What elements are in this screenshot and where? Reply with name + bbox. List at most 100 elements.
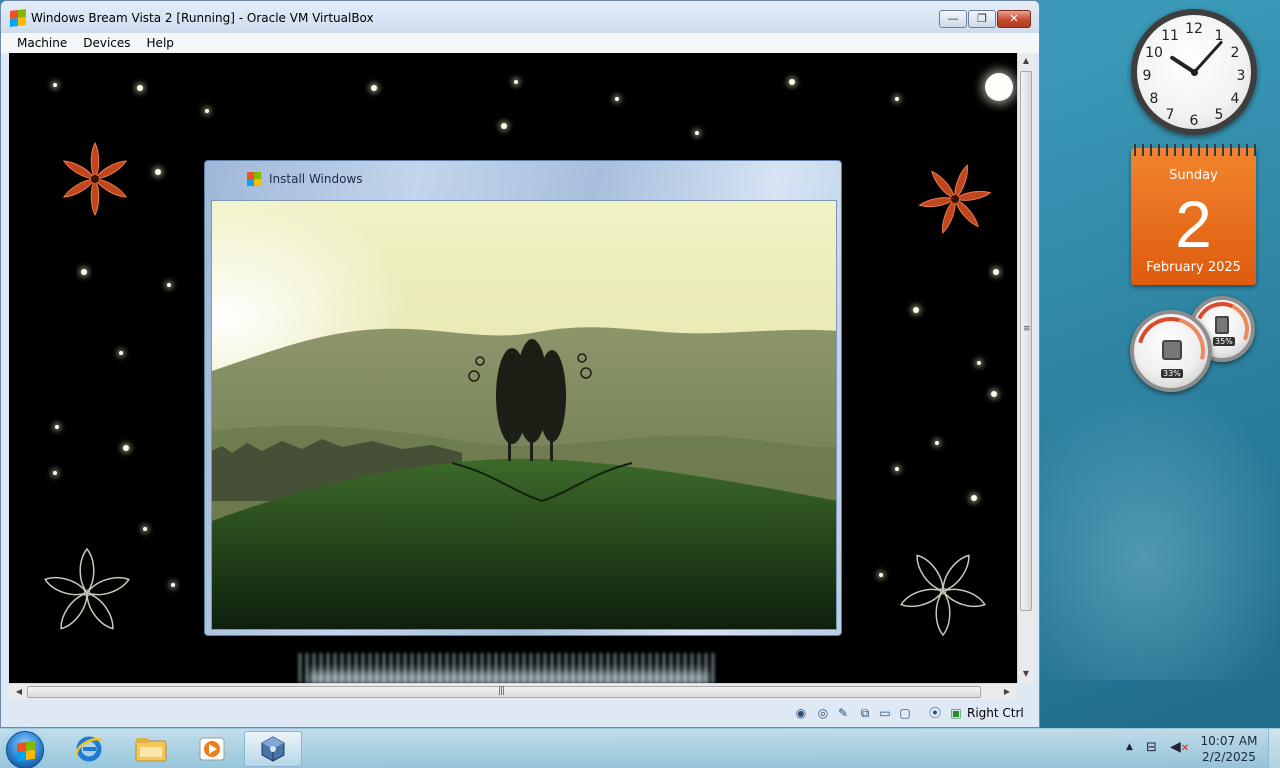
taskbar-internet-explorer[interactable] — [60, 731, 118, 767]
guest-display[interactable]: Install Windows — [9, 53, 1017, 683]
star-decoration — [615, 97, 619, 101]
windows-explorer-icon — [135, 738, 167, 762]
tray-clock[interactable]: 10:07 AM 2/2/2025 — [1196, 733, 1262, 765]
star-decoration — [81, 269, 87, 275]
memory-value: 35% — [1213, 337, 1235, 346]
star-decoration — [123, 445, 129, 451]
red-flower-decoration — [918, 164, 992, 234]
horizontal-scroll-thumb[interactable]: ||| — [27, 686, 981, 698]
install-dialog-title: Install Windows — [269, 172, 363, 186]
show-hidden-icons-icon[interactable]: ▲ — [1126, 742, 1133, 752]
scroll-right-arrow-icon[interactable]: ▶ — [999, 687, 1015, 696]
start-button[interactable] — [6, 731, 44, 768]
window-title: Windows Bream Vista 2 [Running] - Oracle… — [31, 11, 374, 25]
scroll-left-arrow-icon[interactable]: ◀ — [11, 687, 27, 696]
clock-center — [1191, 69, 1198, 76]
taskbar-virtualbox[interactable] — [244, 731, 302, 767]
calendar-day: 2 — [1175, 187, 1212, 261]
star-decoration — [155, 169, 161, 175]
clock-numeral: 6 — [1189, 113, 1199, 129]
taskbar-media-player[interactable] — [183, 731, 241, 767]
star-decoration — [501, 123, 507, 129]
outline-flower-decoration — [44, 547, 130, 630]
vertical-scroll-thumb[interactable]: ≡ — [1020, 71, 1032, 611]
capture-icon[interactable]: ⦿ — [927, 705, 943, 721]
grip-icon: ≡ — [1023, 324, 1030, 334]
clock-numeral: 8 — [1149, 91, 1159, 107]
clock-gadget[interactable]: 12 1 2 3 4 5 6 7 8 9 10 11 — [1131, 9, 1257, 135]
menu-help[interactable]: Help — [139, 36, 182, 50]
clock-numeral: 4 — [1230, 91, 1240, 107]
window-titlebar[interactable]: Windows Bream Vista 2 [Running] - Oracle… — [1, 1, 1039, 33]
close-button[interactable]: ✕ — [997, 10, 1031, 28]
calendar-gadget[interactable]: Sunday 2 February 2025 — [1131, 144, 1256, 285]
windows-logo-icon — [247, 172, 261, 186]
moon-decoration — [985, 73, 1013, 101]
cpu-value: 33% — [1161, 369, 1183, 378]
star-decoration — [55, 425, 59, 429]
clock-numeral: 11 — [1161, 28, 1179, 44]
calendar-rings — [1131, 144, 1256, 156]
tray-date: 2/2/2025 — [1202, 750, 1256, 764]
star-decoration — [993, 269, 999, 275]
internet-explorer-icon — [75, 736, 103, 762]
star-decoration — [789, 79, 795, 85]
usb-icon[interactable]: ✎ — [835, 705, 851, 721]
restore-button[interactable]: ❐ — [968, 10, 996, 28]
memory-chip-icon — [1215, 316, 1229, 334]
star-decoration — [205, 109, 209, 113]
star-decoration — [695, 131, 699, 135]
outline-flower-decoration — [900, 554, 986, 637]
virtualbox-window: Windows Bream Vista 2 [Running] - Oracle… — [0, 0, 1040, 728]
star-decoration — [119, 351, 123, 355]
star-decoration — [977, 361, 981, 365]
star-decoration — [371, 85, 377, 91]
star-decoration — [971, 495, 977, 501]
calendar-weekday: Sunday — [1169, 168, 1218, 183]
scroll-down-arrow-icon[interactable]: ▼ — [1018, 669, 1034, 678]
red-flower-decoration — [62, 141, 128, 217]
minimize-button[interactable]: — — [939, 10, 967, 28]
clock-numeral: 5 — [1214, 107, 1224, 123]
grip-icon: ||| — [498, 686, 505, 696]
star-decoration — [53, 471, 57, 475]
display-icon[interactable]: ▢ — [897, 705, 913, 721]
windows-logo-icon — [17, 740, 35, 762]
clock-numeral: 3 — [1236, 68, 1246, 84]
network-icon[interactable]: ⧉ — [857, 705, 873, 721]
star-decoration — [53, 83, 57, 87]
network-status-icon[interactable]: ⊟ — [1146, 740, 1157, 755]
show-desktop-button[interactable] — [1268, 729, 1280, 768]
star-decoration — [879, 573, 883, 577]
star-decoration — [895, 467, 899, 471]
star-decoration — [913, 307, 919, 313]
media-player-icon — [199, 737, 225, 761]
optical-drive-icon[interactable]: ◎ — [815, 705, 831, 721]
setup-background-image — [211, 200, 837, 630]
tray-time: 10:07 AM — [1200, 734, 1258, 748]
horizontal-scrollbar[interactable]: ◀ ||| ▶ — [9, 683, 1017, 700]
windows-logo-icon — [10, 9, 26, 27]
cpu-meter: 33% — [1124, 304, 1218, 398]
boot-logo-glow — [309, 665, 709, 683]
shared-folders-icon[interactable]: ▭ — [877, 705, 893, 721]
clock-numeral: 10 — [1145, 45, 1163, 61]
install-windows-dialog[interactable]: Install Windows — [204, 160, 842, 636]
star-decoration — [137, 85, 143, 91]
clock-numeral: 12 — [1185, 21, 1203, 37]
star-decoration — [935, 441, 939, 445]
clock-numeral: 9 — [1142, 68, 1152, 84]
menu-machine[interactable]: Machine — [9, 36, 75, 50]
menu-devices[interactable]: Devices — [75, 36, 138, 50]
status-bar: ◉ ◎ ✎ ⧉ ▭ ▢ ⦿ ▣ Right Ctrl — [1, 701, 1039, 727]
taskbar-windows-explorer[interactable] — [122, 731, 180, 767]
mouse-integration-icon[interactable]: ▣ — [948, 705, 964, 721]
hard-disk-icon[interactable]: ◉ — [793, 705, 809, 721]
clock-numeral: 7 — [1165, 107, 1175, 123]
scroll-up-arrow-icon[interactable]: ▲ — [1018, 56, 1034, 65]
vertical-scrollbar[interactable]: ▲ ≡ ▼ — [1017, 53, 1034, 683]
clock-numeral: 2 — [1230, 45, 1240, 61]
volume-muted-icon[interactable]: ◀✕ — [1170, 739, 1189, 755]
desktop-background — [1040, 380, 1280, 680]
star-decoration — [171, 583, 175, 587]
